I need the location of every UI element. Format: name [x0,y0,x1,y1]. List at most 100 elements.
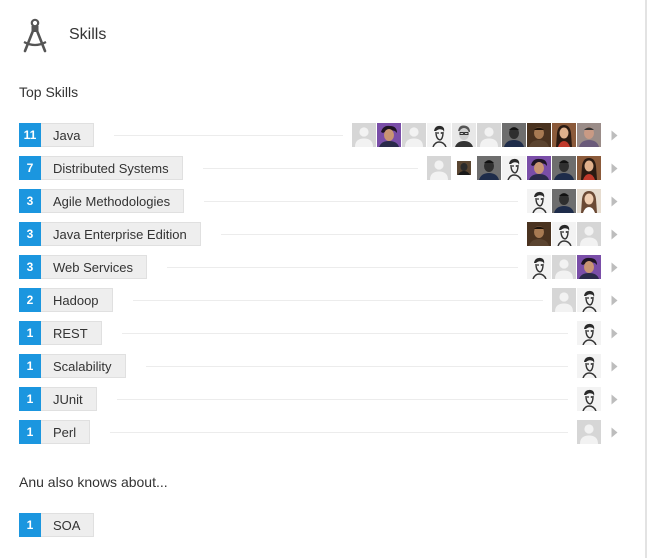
skill-row: 1 SOA [19,513,621,537]
skill-name-pill[interactable]: SOA [41,513,95,537]
compass-drafting-icon [20,18,50,54]
endorser-avatars [526,222,601,246]
endorser-avatar[interactable] [527,222,551,246]
skill-name-pill[interactable]: Scalability [41,354,126,378]
endorser-avatar[interactable] [552,255,576,279]
expand-arrow-icon[interactable] [607,387,621,411]
endorser-avatar[interactable] [427,123,451,147]
row-divider-line [116,398,568,400]
endorser-avatar[interactable] [552,156,576,180]
endorser-avatar[interactable] [377,123,401,147]
endorser-avatar[interactable] [577,156,601,180]
skill-row: 3 Java Enterprise Edition [19,222,621,246]
skill-name-pill[interactable]: Distributed Systems [41,156,183,180]
endorser-avatar[interactable] [427,156,451,180]
endorsement-count-badge[interactable]: 7 [19,156,41,180]
skill-row: 3 Web Services [19,255,621,279]
section-header: Skills [20,18,106,54]
endorser-avatar[interactable] [552,189,576,213]
endorser-avatar[interactable] [577,354,601,378]
endorser-avatar[interactable] [552,222,576,246]
endorser-avatar[interactable] [402,123,426,147]
row-divider-line [132,299,543,301]
endorser-avatar[interactable] [577,387,601,411]
endorser-avatar[interactable] [577,123,601,147]
endorser-avatar[interactable] [527,255,551,279]
row-divider-line [220,233,518,235]
endorsement-count-badge[interactable]: 3 [19,222,41,246]
skill-name-pill[interactable]: Web Services [41,255,147,279]
endorser-avatar[interactable] [527,189,551,213]
top-skills-heading: Top Skills [19,84,79,100]
skill-name-pill[interactable]: Agile Methodologies [41,189,185,213]
endorser-avatars [576,420,601,444]
skill-row: 1 Perl [19,420,621,444]
section-title: Skills [69,26,107,43]
expand-arrow-icon[interactable] [607,123,621,147]
endorser-avatar[interactable] [577,321,601,345]
endorsement-count-badge[interactable]: 1 [19,354,41,378]
endorsement-count-badge[interactable]: 11 [19,123,41,147]
endorsement-count-badge[interactable]: 1 [19,513,41,537]
skill-row: 1 REST [19,321,621,345]
endorser-avatar[interactable] [452,123,476,147]
endorsement-count-badge[interactable]: 3 [19,255,41,279]
row-divider-line [121,332,568,334]
skill-name-pill[interactable]: Java [41,123,95,147]
also-knows-heading: Anu also knows about... [19,474,168,490]
endorser-avatar[interactable] [527,123,551,147]
skill-row: 7 Distributed Systems [19,156,621,180]
endorsement-count-badge[interactable]: 2 [19,288,41,312]
expand-arrow-icon[interactable] [607,222,621,246]
skill-name-pill[interactable]: REST [41,321,102,345]
expand-arrow-icon[interactable] [607,420,621,444]
endorser-avatar[interactable] [577,189,601,213]
endorser-avatar[interactable] [577,288,601,312]
endorser-avatars [526,255,601,279]
endorser-avatar[interactable] [577,420,601,444]
endorser-avatar[interactable] [452,156,476,180]
also-knows-list: 1 SOA [19,513,621,546]
endorser-avatar[interactable] [352,123,376,147]
skill-row: 3 Agile Methodologies [19,189,621,213]
endorser-avatars [351,123,601,147]
endorsement-count-badge[interactable]: 1 [19,387,41,411]
endorser-avatar[interactable] [502,123,526,147]
skill-name-pill[interactable]: Perl [41,420,91,444]
endorsement-count-badge[interactable]: 1 [19,420,41,444]
row-divider-line [204,200,518,202]
row-divider-line [166,266,518,268]
expand-arrow-icon[interactable] [607,189,621,213]
endorser-avatars [526,189,601,213]
endorser-avatar[interactable] [477,156,501,180]
expand-arrow-icon[interactable] [607,255,621,279]
expand-arrow-icon[interactable] [607,288,621,312]
endorser-avatars [576,387,601,411]
endorser-avatar[interactable] [577,255,601,279]
endorser-avatar[interactable] [552,123,576,147]
endorser-avatar[interactable] [502,156,526,180]
row-divider-line [110,431,568,433]
expand-arrow-icon[interactable] [607,354,621,378]
endorser-avatars [426,156,601,180]
endorser-avatars [576,321,601,345]
endorsement-count-badge[interactable]: 1 [19,321,41,345]
endorsement-count-badge[interactable]: 3 [19,189,41,213]
row-divider-line [202,167,418,169]
expand-arrow-icon[interactable] [607,321,621,345]
endorser-avatar[interactable] [577,222,601,246]
endorser-avatars [576,354,601,378]
skill-name-pill[interactable]: Hadoop [41,288,113,312]
endorser-avatars [551,288,601,312]
expand-arrow-icon[interactable] [607,156,621,180]
skill-name-pill[interactable]: JUnit [41,387,97,411]
skill-name-pill[interactable]: Java Enterprise Edition [41,222,201,246]
endorser-avatar[interactable] [552,288,576,312]
endorser-avatar[interactable] [527,156,551,180]
skill-row: 1 Scalability [19,354,621,378]
panel-right-border [645,0,647,558]
skill-row: 1 JUnit [19,387,621,411]
endorser-avatar[interactable] [477,123,501,147]
row-divider-line [145,365,568,367]
skill-row: 2 Hadoop [19,288,621,312]
